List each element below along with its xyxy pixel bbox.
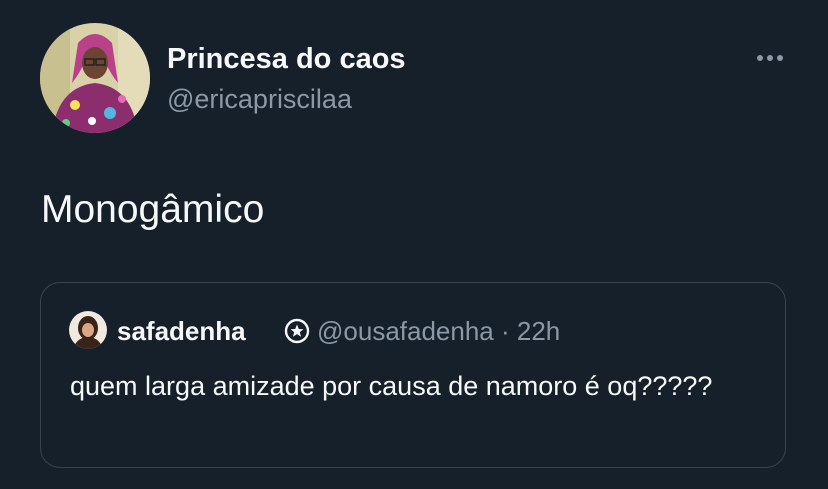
author-display-name[interactable]: Princesa do caos <box>167 42 406 76</box>
more-horizontal-icon <box>757 55 783 61</box>
quoted-author-avatar[interactable] <box>69 311 107 349</box>
quoted-tweet[interactable]: safadenha @ousafadenha · 22h quem larga … <box>40 282 786 468</box>
more-options-button[interactable] <box>750 44 790 72</box>
quoted-tweet-text: quem larga amizade por causa de namoro é… <box>70 371 713 401</box>
quoted-author-display-name[interactable]: safadenha <box>117 315 246 347</box>
tweet-text: Monogâmico <box>41 188 265 231</box>
author-avatar-image <box>40 23 150 133</box>
quoted-author-handle-time[interactable]: @ousafadenha · 22h <box>317 315 560 347</box>
quoted-author-avatar-image <box>69 311 107 349</box>
star-badge-icon <box>284 318 310 344</box>
author-handle[interactable]: @ericapriscilaa <box>167 83 352 115</box>
author-avatar[interactable] <box>40 23 150 133</box>
